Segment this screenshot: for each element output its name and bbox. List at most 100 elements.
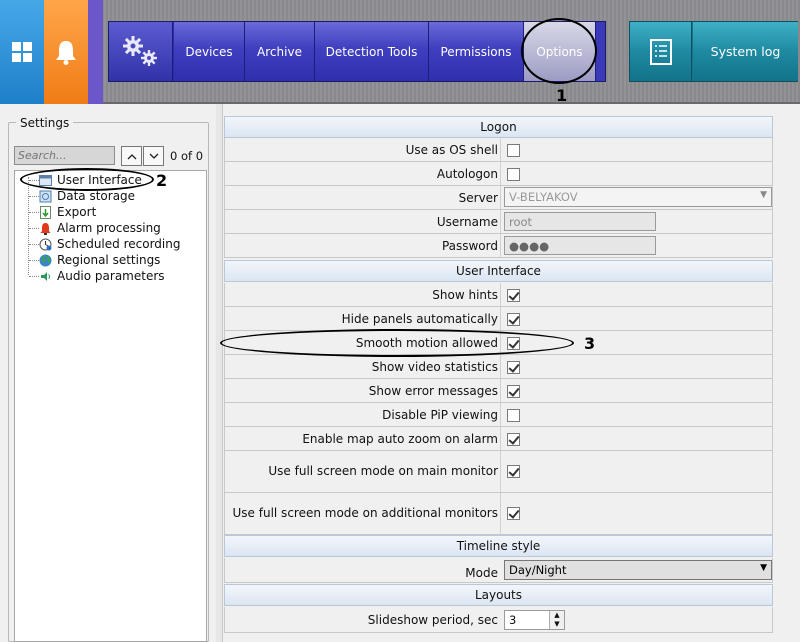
system-log-icon-button[interactable] [630,22,692,81]
nav-end-cap [596,22,605,81]
row-hide-panels: Hide panels automatically [224,307,773,331]
tree-item-label: Export [57,205,97,219]
search-prev-button[interactable] [121,146,142,166]
tree-item-scheduled-recording[interactable]: Scheduled recording [39,236,180,252]
row-divider [500,379,501,402]
tab-archive[interactable]: Archive [245,22,315,81]
bell-icon [56,41,76,65]
row-divider [500,355,501,378]
tree-item-regional-settings[interactable]: Regional settings [39,252,160,268]
annotation-ellipse-user-interface [20,168,154,191]
tree-item-alarm-processing[interactable]: Alarm processing [39,220,161,236]
use-as-os-shell-checkbox[interactable] [507,144,520,157]
row-label: Slideshow period, sec [367,613,498,627]
row-show-error-messages: Show error messages [224,379,773,403]
row-password: Password ●●●● [224,234,773,258]
row-slideshow-period: Slideshow period, sec 3 ▲ ▼ [224,607,773,633]
section-header-timeline-style: Timeline style [224,535,773,557]
settings-gear-button[interactable] [109,22,173,81]
tree-connector [29,228,39,229]
autologon-checkbox[interactable] [507,168,520,181]
tree-item-audio-parameters[interactable]: Audio parameters [39,268,165,284]
row-label: Hide panels automatically [341,312,498,326]
row-username: Username root [224,210,773,234]
disable-pip-checkbox[interactable] [507,409,520,422]
show-video-statistics-checkbox[interactable] [507,361,520,374]
row-show-hints: Show hints [224,283,773,307]
windows-icon [12,42,32,62]
tree-item-label: Data storage [57,189,136,203]
show-error-messages-checkbox[interactable] [507,385,520,398]
row-divider [500,283,501,306]
annotation-ellipse-options [521,18,597,84]
row-label: Autologon [436,167,498,181]
row-server: Server V-BELYAKOV ▼ [224,186,773,210]
server-value: V-BELYAKOV [509,190,578,204]
row-label: Use full screen mode on additional monit… [232,506,498,520]
row-label: Password [441,239,498,253]
tree-item-export[interactable]: Export [39,204,96,220]
row-divider [500,493,501,534]
dropdown-arrow-icon: ▼ [760,563,767,573]
row-label: Username [436,215,498,229]
system-log-button[interactable]: System log [693,22,798,81]
row-divider [500,307,501,330]
row-full-screen-main: Use full screen mode on main monitor [224,451,773,493]
username-field[interactable]: root [504,212,656,231]
gears-icon [122,35,157,66]
row-autologon: Autologon [224,162,773,186]
row-divider [500,138,501,161]
section-header-layouts: Layouts [224,584,773,606]
row-divider [500,427,501,450]
windows-tile[interactable] [0,0,44,104]
audio-icon [39,270,52,283]
search-input[interactable] [14,146,115,165]
stepper-buttons[interactable]: ▲ ▼ [549,611,564,629]
slideshow-period-stepper[interactable]: 3 ▲ ▼ [504,610,565,630]
annotation-ellipse-smooth-motion [220,329,574,357]
full-screen-main-checkbox[interactable] [507,465,520,478]
password-field[interactable]: ●●●● [504,236,656,255]
row-divider [500,451,501,492]
row-label: Show hints [432,288,498,302]
show-hints-checkbox[interactable] [507,289,520,302]
row-mode: Mode Day/Night ▼ [224,558,773,583]
mode-value: Day/Night [509,563,567,577]
scheduled-recording-icon [39,238,52,251]
server-select[interactable]: V-BELYAKOV ▼ [504,187,772,207]
chevron-down-icon[interactable]: ▼ [550,620,564,629]
tree-item-label: Regional settings [57,253,161,267]
chevron-up-icon [127,153,136,159]
full-screen-additional-checkbox[interactable] [507,507,520,520]
map-auto-zoom-checkbox[interactable] [507,433,520,446]
tab-devices[interactable]: Devices [174,22,245,81]
tree-connector [29,212,39,213]
row-divider [500,162,501,185]
panel-edge [216,104,223,642]
tree-item-label: Alarm processing [57,221,161,235]
row-map-auto-zoom: Enable map auto zoom on alarm [224,427,773,451]
hide-panels-checkbox[interactable] [507,313,520,326]
checklist-icon [649,38,672,65]
top-toolbar: Devices Archive Detection Tools Permissi… [0,0,800,104]
tab-detection-tools[interactable]: Detection Tools [315,22,429,81]
row-show-video-statistics: Show video statistics [224,355,773,379]
row-divider [500,403,501,426]
side-strip [88,0,103,104]
tab-permissions[interactable]: Permissions [429,22,524,81]
search-next-button[interactable] [143,146,164,166]
annotation-2: 2 [156,171,168,190]
slideshow-period-value: 3 [509,613,517,627]
row-label: Mode [465,566,498,580]
row-divider [500,234,501,257]
settings-tree: User Interface Data storage Export Alarm… [14,170,207,642]
row-label: Use full screen mode on main monitor [268,464,498,478]
tree-connector [29,276,39,277]
annotation-3: 3 [584,334,596,353]
chevron-up-icon[interactable]: ▲ [550,611,564,620]
row-divider [500,210,501,233]
row-use-as-os-shell: Use as OS shell [224,138,773,162]
alarms-tile[interactable] [44,0,88,104]
export-icon [39,205,52,219]
mode-select[interactable]: Day/Night ▼ [504,560,772,580]
